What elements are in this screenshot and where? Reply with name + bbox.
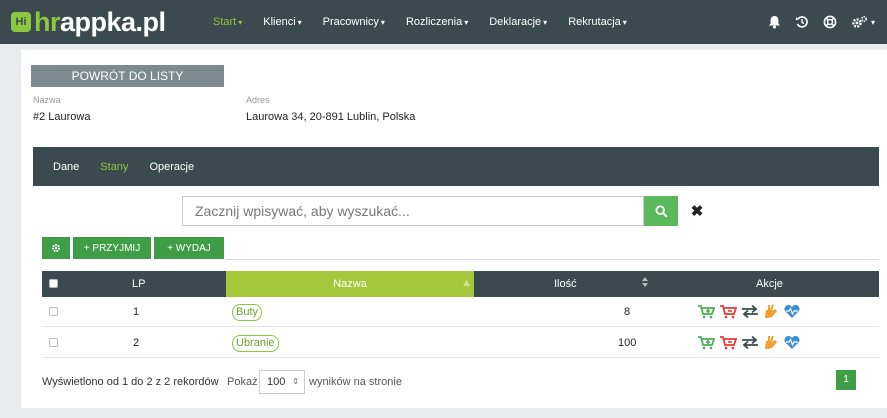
navbar-icons: ▾ — [754, 0, 875, 44]
row-qty: 100 — [618, 337, 637, 349]
table-row: 2 Ubranie 100 — [42, 328, 879, 358]
gear-icon — [52, 244, 60, 252]
heartbeat-icon[interactable] — [783, 335, 801, 350]
table-row: 1 Buty 8 — [42, 297, 879, 327]
search-icon — [654, 204, 668, 218]
tab-operacje[interactable]: Operacje — [149, 161, 194, 173]
select-caret-icon: ⇕ — [292, 377, 299, 386]
col-lp[interactable]: LP — [132, 271, 145, 297]
content-card: POWRÓT DO LISTY Nazwa #2 Laurowa Adres L… — [21, 50, 887, 408]
nav-item-klienci[interactable]: Klienci ▾ — [263, 16, 301, 28]
tab-dane[interactable]: Dane — [53, 161, 79, 173]
row-actions — [697, 304, 805, 319]
address-label: Adres — [246, 95, 270, 105]
per-page-value: 100 — [267, 376, 286, 388]
search-input[interactable] — [182, 196, 644, 226]
toolbar-divider — [226, 259, 879, 260]
search-bar: ✖ — [182, 196, 714, 226]
address-value: Laurowa 34, 20-891 Lublin, Polska — [246, 111, 416, 123]
name-value: #2 Laurowa — [33, 111, 91, 123]
search-button[interactable] — [644, 196, 678, 226]
per-page-select[interactable]: 100 ⇕ — [259, 370, 305, 394]
row-qty: 8 — [624, 306, 631, 318]
records-summary: Wyświetlono od 1 do 2 z 2 rekordów — [42, 376, 219, 388]
row-checkbox[interactable] — [49, 338, 58, 347]
cart-add-icon[interactable] — [697, 304, 715, 319]
logo-text: hrappka.pl — [34, 7, 166, 37]
row-actions — [697, 335, 805, 350]
back-to-list-button[interactable]: POWRÓT DO LISTY — [31, 65, 224, 87]
per-page-suffix: wyników na stronie — [309, 376, 402, 388]
accept-button[interactable]: + PRZYJMIJ — [73, 237, 151, 259]
hand-icon[interactable] — [763, 304, 779, 319]
heartbeat-icon[interactable] — [783, 304, 801, 319]
history-icon[interactable] — [795, 15, 809, 29]
row-lp: 1 — [133, 306, 140, 318]
cart-remove-icon[interactable] — [719, 335, 737, 350]
transfer-icon[interactable] — [741, 335, 759, 350]
issue-button[interactable]: + WYDAJ — [154, 237, 224, 259]
logo-badge: Hi — [11, 12, 31, 32]
item-name-tag[interactable]: Ubranie — [232, 335, 279, 352]
col-ilosc[interactable]: Ilość — [554, 271, 577, 297]
top-navbar: Hi hrappka.pl Start ▾ Klienci ▾ Pracownicy… — [0, 0, 887, 44]
pagination-page-1[interactable]: 1 — [836, 370, 856, 390]
item-name-tag[interactable]: Buty — [232, 304, 263, 321]
select-all-checkbox[interactable] — [49, 279, 58, 288]
name-label: Nazwa — [33, 95, 61, 105]
nav-item-pracownicy[interactable]: Pracownicy ▾ — [323, 16, 385, 28]
nav-item-start[interactable]: Start ▾ — [213, 16, 242, 28]
clear-search-button[interactable]: ✖ — [680, 196, 714, 226]
nav-item-deklaracje[interactable]: Deklaracje ▾ — [489, 16, 547, 28]
col-nazwa[interactable]: Nazwa — [226, 271, 474, 297]
nav-item-rozliczenia[interactable]: Rozliczenia ▾ — [406, 16, 468, 28]
settings-icon[interactable]: ▾ — [851, 15, 875, 29]
show-label: Pokaż — [227, 376, 258, 388]
row-lp: 2 — [133, 337, 140, 349]
cart-add-icon[interactable] — [697, 335, 715, 350]
main-menu: Start ▾ Klienci ▾ Pracownicy ▾ Rozliczenia ▾… — [213, 0, 648, 44]
col-akcje: Akcje — [756, 278, 783, 290]
table-header: LP Nazwa Ilość Akcje — [42, 271, 879, 297]
app-logo[interactable]: Hi hrappka.pl — [11, 7, 166, 37]
cart-remove-icon[interactable] — [719, 304, 737, 319]
tab-stany[interactable]: Stany — [100, 161, 128, 173]
row-checkbox[interactable] — [49, 307, 58, 316]
table-settings-button[interactable] — [42, 237, 70, 259]
lifebuoy-icon[interactable] — [823, 15, 837, 29]
sort-asc-icon — [463, 280, 470, 286]
nav-item-rekrutacja[interactable]: Rekrutacja ▾ — [568, 16, 627, 28]
hand-icon[interactable] — [763, 335, 779, 350]
tab-bar: Dane Stany Operacje — [33, 147, 879, 186]
transfer-icon[interactable] — [741, 304, 759, 319]
bell-icon[interactable] — [768, 15, 781, 29]
settings-caret: ▾ — [870, 17, 875, 27]
sort-both-icon[interactable] — [642, 271, 648, 297]
